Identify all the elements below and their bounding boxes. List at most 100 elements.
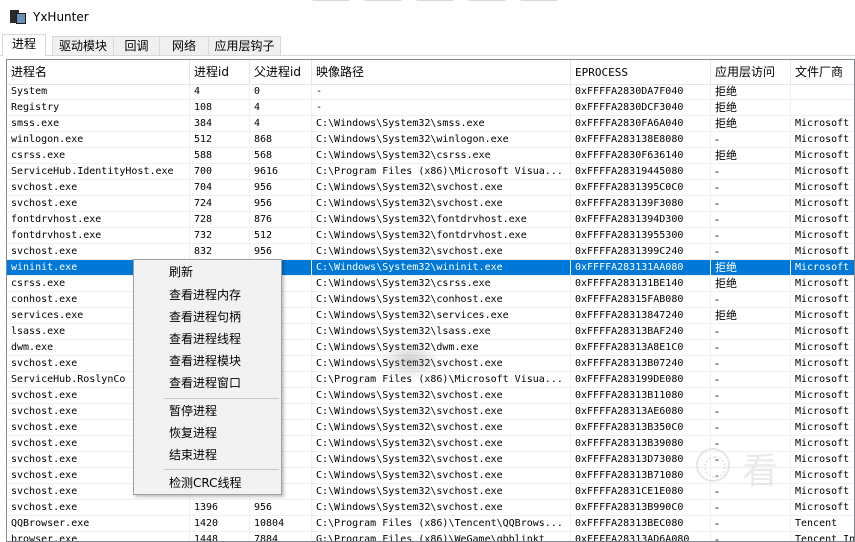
table-row[interactable]: svchost.exe 704 956 C:\Windows\System32\svc… (7, 180, 854, 196)
table-row[interactable]: fontdrvhost.exe 732 512 C:\Windows\System32… (7, 228, 854, 244)
cell-image-path: C:\Windows\System32\lsass.exe (312, 324, 571, 340)
cell-pid: 4 (190, 84, 250, 100)
menu-item-refresh[interactable]: 刷新 (136, 261, 279, 283)
menu-item-view-windows[interactable]: 查看进程窗口 (136, 372, 279, 394)
table-row[interactable]: System 4 0-0xFFFFA2830DA7F040 拒绝 (7, 84, 854, 100)
cell-pid: 588 (190, 148, 250, 164)
table-row[interactable]: svchost.exe 724 956 C:\Windows\System32\svc… (7, 196, 854, 212)
table-row[interactable]: Registry 108 4-0xFFFFA2830DCF3040 拒绝 (7, 100, 854, 116)
cell-image-path: C:\Windows\System32\services.exe (312, 308, 571, 324)
col-header-pid[interactable]: 进程id (190, 60, 250, 85)
cell-vendor: Microsoft (791, 468, 854, 484)
table-row[interactable]: ServiceHub.IdentityHost.exe 700 9616 C:\Pro… (7, 164, 854, 180)
cell-user-access: 拒绝 (711, 100, 791, 116)
cell-vendor: Microsoft (791, 452, 854, 468)
cell-name: browser.exe (7, 532, 190, 541)
cell-vendor: Microsoft (791, 244, 854, 260)
cell-user-access: 拒绝 (711, 260, 791, 276)
cell-eprocess: 0xFFFFA28313AD6A080 (571, 532, 711, 541)
tab-user-hooks[interactable]: 应用层钩子 (208, 36, 281, 55)
cell-vendor: Microsoft (791, 420, 854, 436)
col-header-name[interactable]: 进程名 (7, 60, 190, 85)
col-header-ppid[interactable]: 父进程id (250, 60, 312, 85)
tab-processes[interactable]: 进程 (2, 34, 46, 56)
menu-item-resume[interactable]: 恢复进程 (136, 422, 279, 444)
cell-user-access: - (711, 180, 791, 196)
table-row[interactable]: csrss.exe 588 568 C:\Windows\System32\csrss… (7, 148, 854, 164)
menu-item-suspend[interactable]: 暂停进程 (136, 400, 279, 422)
menu-item-crc-thread[interactable]: 检测CRC线程 (136, 472, 279, 494)
cell-eprocess: 0xFFFFA28313847240 (571, 308, 711, 324)
cell-ppid: 0 (250, 84, 312, 100)
cell-vendor: Microsoft (791, 180, 854, 196)
cell-eprocess: 0xFFFFA28313A8E1C0 (571, 340, 711, 356)
cell-eprocess: 0xFFFFA28313BEC080 (571, 516, 711, 532)
cell-image-path: C:\Windows\System32\svchost.exe (312, 196, 571, 212)
cell-user-access: - (711, 420, 791, 436)
cell-image-path: C:\Windows\System32\csrss.exe (312, 148, 571, 164)
col-header-eprocess[interactable]: EPROCESS (571, 60, 711, 85)
cell-ppid: 4 (250, 116, 312, 132)
cell-pid: 384 (190, 116, 250, 132)
cell-ppid: 868 (250, 132, 312, 148)
cell-image-path: C:\Windows\System32\svchost.exe (312, 388, 571, 404)
cell-vendor: Microsoft (791, 196, 854, 212)
cell-pid: 1420 (190, 516, 250, 532)
cell-eprocess: 0xFFFFA28313B07240 (571, 356, 711, 372)
cell-user-access: - (711, 436, 791, 452)
cell-pid: 1448 (190, 532, 250, 541)
cell-pid: 512 (190, 132, 250, 148)
menu-item-terminate[interactable]: 结束进程 (136, 444, 279, 466)
tab-callbacks[interactable]: 回调 (113, 36, 160, 55)
cell-name: System (7, 84, 190, 100)
cell-user-access: - (711, 132, 791, 148)
menu-item-view-handles[interactable]: 查看进程句柄 (136, 306, 279, 328)
cell-ppid: 512 (250, 228, 312, 244)
cell-image-path: C:\Windows\System32\svchost.exe (312, 468, 571, 484)
cell-user-access: - (711, 244, 791, 260)
cell-image-path: C:\Windows\System32\svchost.exe (312, 180, 571, 196)
cell-ppid: 10804 (250, 516, 312, 532)
col-header-vendor[interactable]: 文件厂商 (791, 60, 854, 85)
table-header: 进程名 进程id 父进程id 映像路径 EPROCESS 应用层访问 文件厂商 (7, 60, 854, 85)
cell-name: svchost.exe (7, 180, 190, 196)
cell-vendor: Tencent (791, 516, 854, 532)
tab-strip: 进程 驱动模块 回调 网络 应用层钩子 (0, 34, 855, 56)
cell-image-path: C:\Windows\System32\dwm.exe (312, 340, 571, 356)
table-row[interactable]: svchost.exe 1396 956 C:\Windows\System32\sv… (7, 500, 854, 516)
cell-image-path: C:\Windows\System32\wininit.exe (312, 260, 571, 276)
cell-eprocess: 0xFFFFA2830FA6A040 (571, 116, 711, 132)
tab-drivers[interactable]: 驱动模块 (52, 36, 114, 55)
menu-item-view-threads[interactable]: 查看进程线程 (136, 328, 279, 350)
cell-image-path: C:\Windows\System32\svchost.exe (312, 484, 571, 500)
cell-name: svchost.exe (7, 196, 190, 212)
cell-image-path: C:\Windows\System32\smss.exe (312, 116, 571, 132)
cell-pid: 832 (190, 244, 250, 260)
cell-eprocess: 0xFFFFA28313955300 (571, 228, 711, 244)
cell-pid: 704 (190, 180, 250, 196)
cell-user-access: - (711, 468, 791, 484)
tab-network[interactable]: 网络 (159, 36, 209, 55)
table-row[interactable]: fontdrvhost.exe 728 876 C:\Windows\System32… (7, 212, 854, 228)
col-header-image-path[interactable]: 映像路径 (312, 60, 571, 85)
cell-image-path: C:\Windows\System32\svchost.exe (312, 420, 571, 436)
cell-ppid: 956 (250, 180, 312, 196)
table-row[interactable]: QQBrowser.exe 1420 10804 C:\Program Files (… (7, 516, 854, 532)
cell-eprocess: 0xFFFFA283138E8080 (571, 132, 711, 148)
cell-vendor: Microsoft (791, 228, 854, 244)
table-row[interactable]: browser.exe 1448 7884 G:\Program Files (x86… (7, 532, 854, 541)
cell-image-path: C:\Windows\System32\svchost.exe (312, 244, 571, 260)
table-row[interactable]: winlogon.exe 512 868 C:\Windows\System32\wi… (7, 132, 854, 148)
menu-separator (164, 469, 279, 470)
menu-item-view-modules[interactable]: 查看进程模块 (136, 350, 279, 372)
cell-eprocess: 0xFFFFA28313B990C0 (571, 500, 711, 516)
cell-user-access: - (711, 212, 791, 228)
cell-user-access: 拒绝 (711, 308, 791, 324)
cell-user-access: 拒绝 (711, 84, 791, 100)
table-row[interactable]: smss.exe 384 4 C:\Windows\System32\smss.exe… (7, 116, 854, 132)
table-row[interactable]: svchost.exe 832 956 C:\Windows\System32\svc… (7, 244, 854, 260)
col-header-user-access[interactable]: 应用层访问 (711, 60, 791, 85)
menu-item-view-memory[interactable]: 查看进程内存 (136, 284, 279, 306)
cell-pid: 728 (190, 212, 250, 228)
cell-user-access: 拒绝 (711, 148, 791, 164)
